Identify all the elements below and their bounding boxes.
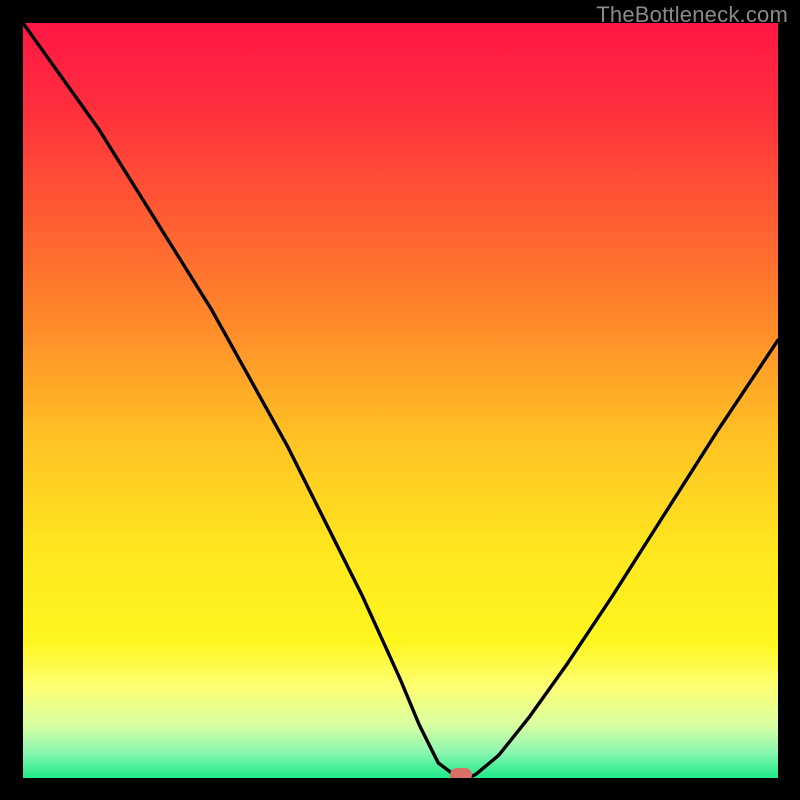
chart-frame: TheBottleneck.com	[0, 0, 800, 800]
optimal-marker	[450, 768, 472, 778]
bottleneck-curve	[23, 23, 778, 778]
plot-area	[23, 23, 778, 778]
